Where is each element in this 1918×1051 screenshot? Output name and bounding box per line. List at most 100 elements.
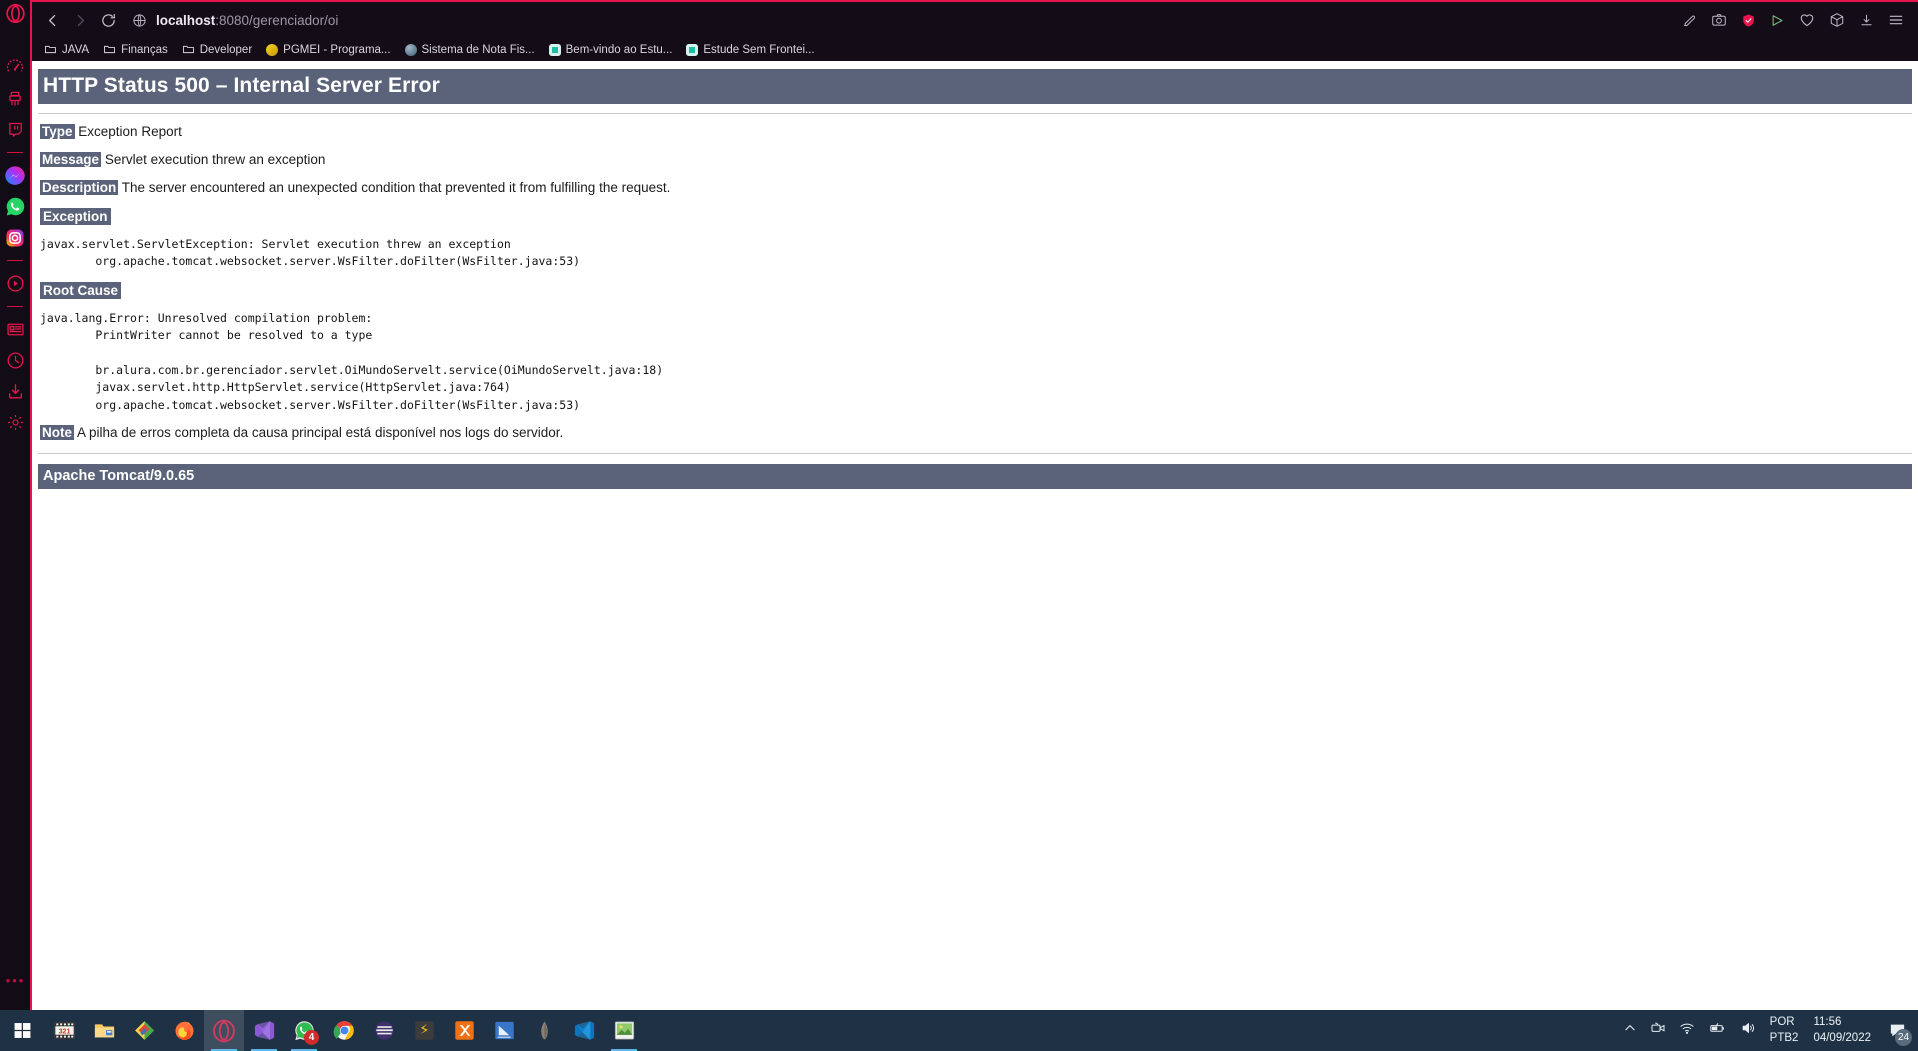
toolbar-actions (1682, 12, 1908, 28)
clock-time: 11:56 (1813, 1015, 1842, 1028)
favicon-teal-icon (548, 43, 561, 56)
divider-bottom (38, 453, 1912, 455)
error-row-description: Description The server encountered an un… (38, 179, 1918, 197)
taskbar-app-firefox[interactable] (164, 1010, 204, 1051)
volume-icon[interactable] (1740, 1020, 1757, 1041)
back-button[interactable] (38, 6, 66, 34)
chevron-up-icon (1625, 1025, 1635, 1031)
folder-icon (182, 45, 194, 54)
row-text: Exception Report (78, 124, 182, 139)
notification-center-button[interactable]: 24 (1884, 1018, 1912, 1046)
history-icon[interactable] (0, 345, 31, 376)
address-text[interactable]: localhost:8080/gerenciador/oi (156, 13, 338, 28)
reload-button[interactable] (94, 6, 122, 34)
taskbar-app-photos[interactable] (604, 1010, 644, 1051)
taskbar-app-opera-gx[interactable] (204, 1010, 244, 1051)
taskbar-app-gimp[interactable] (524, 1010, 564, 1051)
bookmark-bem-vindo[interactable]: Bem-vindo ao Estu... (548, 43, 672, 56)
exception-heading: Exception (40, 207, 111, 225)
sidebar-more-button[interactable]: ••• (0, 973, 31, 988)
downloads-icon[interactable] (0, 376, 31, 407)
system-tray: POR PTB2 11:56 04/09/2022 24 (1623, 1010, 1918, 1051)
taskbar-app-xampp[interactable] (444, 1010, 484, 1051)
clock[interactable]: 11:56 04/09/2022 (1813, 1015, 1871, 1046)
snapshot-icon[interactable] (1711, 12, 1727, 28)
sidebar-divider-2 (7, 260, 23, 261)
gx-control-icon[interactable] (0, 52, 31, 83)
bookmark-label: Sistema de Nota Fis... (421, 43, 535, 56)
bookmark-label: PGMEI - Programa... (283, 43, 391, 56)
sidebar-divider (7, 152, 23, 153)
folder-icon (104, 45, 116, 54)
bookmark-pgmei[interactable]: PGMEI - Programa... (266, 43, 391, 56)
taskbar-app-movie-maker[interactable]: 321 (44, 1010, 84, 1051)
page-title: HTTP Status 500 – Internal Server Error (38, 69, 1912, 104)
wifi-icon[interactable] (1679, 1020, 1695, 1041)
gimp-icon (540, 1021, 548, 1040)
folder-icon (45, 45, 56, 54)
bookmark-financas[interactable]: Finanças (103, 43, 168, 56)
shield-icon[interactable] (1741, 13, 1756, 28)
start-button[interactable] (0, 1010, 44, 1051)
settings-icon[interactable] (0, 407, 31, 438)
extensions-icon[interactable] (1829, 12, 1845, 28)
show-hidden-icons-button[interactable] (1623, 1021, 1637, 1040)
browser-toolbar: localhost:8080/gerenciador/oi (32, 2, 1918, 38)
taskbar-app-whatsapp[interactable]: 4 (284, 1010, 324, 1051)
taskbar-app-sublime-text[interactable] (404, 1010, 444, 1051)
page-content: HTTP Status 500 – Internal Server Error … (32, 61, 1918, 1012)
clock-date: 04/09/2022 (1813, 1031, 1871, 1044)
address-path: :8080/gerenciador/oi (215, 12, 339, 28)
twitch-icon[interactable] (0, 114, 31, 145)
root-cause-stack-trace: java.lang.Error: Unresolved compilation … (40, 310, 664, 412)
taskbar-app-file-explorer[interactable] (84, 1010, 124, 1051)
screen: ••• localhost:8080/gerenciador/oi JAVA F… (0, 0, 1918, 1051)
taskbar-app-paint-net[interactable] (124, 1010, 164, 1051)
bookmark-nota-fiscal[interactable]: Sistema de Nota Fis... (404, 43, 535, 56)
opera-gx-icon (213, 1019, 235, 1042)
eclipse-icon (374, 1021, 394, 1040)
row-tag: Description (40, 179, 119, 195)
error-row-message: Message Servlet execution threw an excep… (38, 151, 1918, 169)
taskbar-app-snipping-tool[interactable] (484, 1010, 524, 1051)
error-row-type: Type Exception Report (38, 124, 1918, 141)
bookmarks-bar: JAVA Finanças Developer PGMEI - Programa… (32, 38, 1918, 61)
heart-icon[interactable] (1799, 12, 1815, 28)
sidebar-divider-3 (7, 306, 23, 307)
bookmark-developer[interactable]: Developer (182, 43, 252, 56)
news-icon[interactable] (0, 314, 31, 345)
battery-icon[interactable] (1708, 1020, 1727, 1041)
menu-icon[interactable] (1888, 12, 1904, 28)
taskbar-app-vscode[interactable] (564, 1010, 604, 1051)
row-tag: Message (40, 151, 102, 167)
favicon-teal2-icon (686, 43, 699, 56)
instagram-icon[interactable] (0, 222, 31, 253)
taskbar-app-eclipse[interactable] (364, 1010, 404, 1051)
windows-taskbar: 321 4 POR PTB2 11:56 04/09/2022 24 (0, 1010, 1918, 1051)
address-bar[interactable]: localhost:8080/gerenciador/oi (132, 7, 1682, 33)
xampp-icon (454, 1021, 474, 1040)
movie-maker-icon: 321 (53, 1021, 75, 1040)
keyboard-layout-label: PTB2 (1769, 1031, 1799, 1044)
forward-button[interactable] (66, 6, 94, 34)
flow-icon[interactable] (1770, 13, 1785, 28)
file-explorer-icon (94, 1024, 114, 1038)
gx-cleaner-icon[interactable] (0, 83, 31, 114)
visual-studio-icon (254, 1021, 274, 1040)
opera-gx-logo-icon[interactable] (0, 0, 31, 26)
downloads-icon[interactable] (1859, 13, 1874, 28)
whatsapp-icon[interactable] (0, 191, 31, 222)
bookmark-estude-sem-fronteiras[interactable]: Estude Sem Frontei... (686, 43, 815, 56)
camera-icon[interactable] (1650, 1020, 1666, 1041)
taskbar-app-visual-studio[interactable] (244, 1010, 284, 1051)
player-icon[interactable] (0, 268, 31, 299)
taskbar-app-chrome[interactable] (324, 1010, 364, 1051)
chrome-icon (333, 1021, 354, 1040)
bookmark-java[interactable]: JAVA (44, 43, 89, 56)
messenger-icon[interactable] (0, 160, 31, 191)
opera-gx-sidebar: ••• (0, 0, 31, 1010)
row-tag: Note (40, 425, 74, 441)
bookmark-label: Finanças (121, 43, 168, 56)
input-language[interactable]: POR PTB2 (1770, 1015, 1799, 1046)
edit-icon[interactable] (1682, 13, 1697, 28)
